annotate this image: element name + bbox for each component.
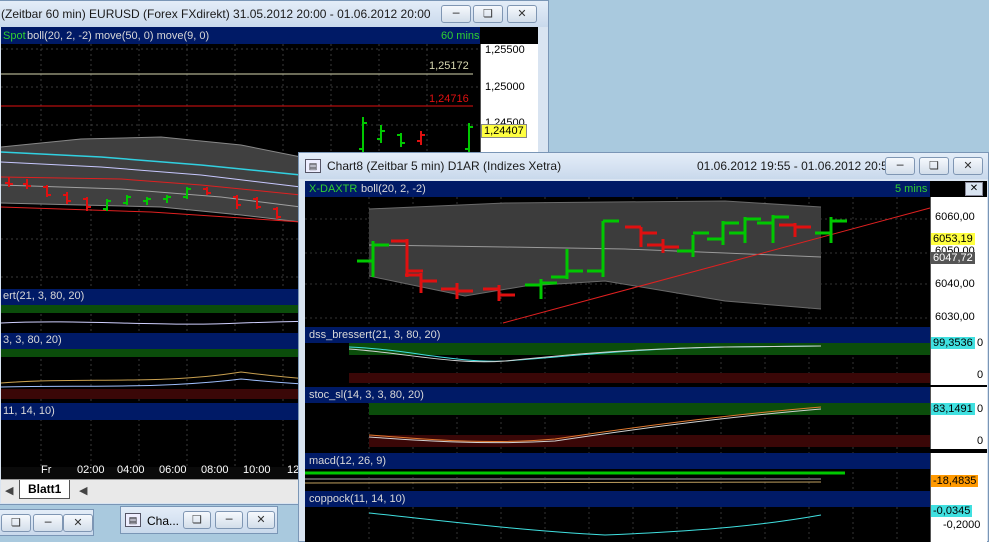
close-button[interactable]: ✕: [953, 157, 983, 175]
dss-value-badge: 99,3536: [931, 337, 975, 349]
interval-label: 5 mins: [895, 183, 928, 195]
sheet-scroll-arrow-icon[interactable]: ◀: [79, 484, 87, 497]
minimize-button[interactable]: ─: [441, 5, 471, 23]
coppock-label: coppock(11, 14, 10): [309, 493, 406, 505]
sheet-scroll-left-icon[interactable]: ◀: [5, 484, 13, 497]
restore-button[interactable]: ❏: [1, 514, 31, 532]
y-tick: 6060,00: [935, 211, 975, 223]
stoc-value-badge: 83,1491: [931, 403, 975, 415]
price-bar: [551, 249, 583, 279]
restore-button[interactable]: ❏: [919, 157, 949, 175]
price-bar: [729, 217, 761, 243]
macd-value-badge: -18,4835: [931, 475, 979, 487]
price-bar: [677, 231, 709, 257]
price-bar: [757, 215, 789, 243]
price-axis[interactable]: 6060,00 6050,00 6040,00 6030,00 6053,19 …: [930, 197, 987, 327]
price-bar: [647, 239, 679, 253]
minimize-button[interactable]: ─: [885, 157, 915, 175]
chart8-window[interactable]: ▤ Chart8 (Zeitbar 5 min) D1AR (Indizes X…: [298, 152, 989, 542]
sheet-tab-blatt1[interactable]: Blatt1: [19, 480, 71, 499]
coppock-value-badge: -0,0345: [931, 505, 973, 517]
price-bar: [525, 279, 557, 299]
y-tick: 6040,00: [935, 278, 975, 290]
stoc-axis-bottom: 0: [977, 435, 984, 447]
stoc-label: stoc_sl(14, 3, 3, 80, 20): [309, 389, 424, 401]
close-button[interactable]: ✕: [63, 514, 93, 532]
eurusd-time-axis: Fr 02:00 04:00 06:00 08:00 10:00 12: [1, 464, 301, 478]
minimized-chart-label: Cha...: [147, 514, 180, 528]
chart-app-icon: ▤: [305, 159, 321, 173]
dss-label: dss_bressert(21, 3, 80, 20): [309, 329, 441, 341]
symbol-label: X-DAXTR: [309, 183, 358, 195]
sheet-tab-bar: ◀ Blatt1 ◀: [1, 479, 301, 503]
x-tick: 10:00: [243, 464, 271, 476]
eurusd-titlebar[interactable]: (Zeitbar 60 min) EURUSD (Forex FXdirekt)…: [0, 1, 548, 27]
x-tick: 08:00: [201, 464, 229, 476]
stoc-axis-top: 0: [977, 403, 984, 415]
eurusd-line-label-2: 1,24716: [429, 93, 469, 105]
dss-axis-bottom: 0: [977, 369, 984, 381]
chart8-titlebar[interactable]: ▤ Chart8 (Zeitbar 5 min) D1AR (Indizes X…: [299, 153, 988, 179]
price-bar: [815, 217, 847, 243]
eurusd-spot-label: Spot: [3, 30, 26, 42]
coppock-axis-tick: -0,2000: [943, 519, 981, 531]
eurusd-pane-label-2: 3, 3, 80, 20): [3, 334, 62, 346]
macd-label: macd(12, 26, 9): [309, 455, 387, 467]
restore-button[interactable]: ❏: [473, 5, 503, 23]
x-tick: Fr: [41, 464, 52, 476]
eurusd-line-label-1: 1,25172: [429, 60, 469, 72]
eurusd-pane-label-1: ert(21, 3, 80, 20): [3, 290, 85, 302]
dss-pane[interactable]: dss_bressert(21, 3, 80, 20) 99,3536 0 0: [305, 327, 987, 385]
eurusd-pane-label-3: 11, 14, 10): [3, 405, 55, 417]
eurusd-interval-label: 60 mins: [441, 30, 480, 42]
dss-axis-top: 0: [977, 337, 984, 349]
chart-app-icon: ▤: [125, 513, 141, 527]
price-bar: [441, 283, 473, 299]
price-bar: [391, 239, 423, 277]
price-badge-last: 6053,19: [931, 233, 975, 245]
stoc-pane[interactable]: stoc_sl(14, 3, 3, 80, 20) 83,1491 0 0: [305, 387, 987, 449]
pane-close-button[interactable]: ✕: [965, 182, 983, 196]
price-bar: [357, 241, 389, 277]
x-tick: 04:00: [117, 464, 145, 476]
minimized-window-1[interactable]: ❏ ─ ✕: [0, 509, 94, 536]
chart8-window-title: Chart8 (Zeitbar 5 min) D1AR (Indizes Xet…: [327, 159, 562, 173]
chart8-date-range: 01.06.2012 19:55 - 01.06.2012 20:55: [697, 159, 895, 173]
y-tick: 6030,00: [935, 311, 975, 323]
x-tick: 02:00: [77, 464, 105, 476]
eurusd-y-tick: 1,25000: [485, 81, 525, 93]
chart8-chart-area[interactable]: X-DAXTR boll(20, 2, -2) 5 mins ✕ 6060,00…: [305, 181, 987, 542]
indicator-label: boll(20, 2, -2): [361, 183, 426, 195]
eurusd-price-badge: 1,24407: [481, 124, 527, 138]
x-tick: 06:00: [159, 464, 187, 476]
minimize-button[interactable]: ─: [33, 514, 63, 532]
close-button[interactable]: ✕: [247, 511, 275, 529]
eurusd-y-tick: 1,25500: [485, 44, 525, 56]
close-button[interactable]: ✕: [507, 5, 537, 23]
price-bar: [587, 219, 619, 277]
minimize-button[interactable]: ─: [215, 511, 243, 529]
coppock-pane[interactable]: coppock(11, 14, 10) -0,0345 -0,2000: [305, 491, 987, 542]
macd-pane[interactable]: macd(12, 26, 9) -18,4835: [305, 453, 987, 493]
minimized-window-chart[interactable]: ▤ Cha... ❏ ─ ✕: [120, 506, 278, 534]
price-badge-mid: 6047,72: [931, 252, 975, 264]
price-bar: [483, 285, 515, 301]
eurusd-window-title: (Zeitbar 60 min) EURUSD (Forex FXdirekt)…: [1, 7, 431, 21]
eurusd-indicators-label: boll(20, 2, -2) move(50, 0) move(9, 0): [27, 30, 210, 42]
price-bar: [405, 273, 437, 293]
restore-button[interactable]: ❏: [183, 511, 211, 529]
price-bar: [779, 223, 811, 237]
